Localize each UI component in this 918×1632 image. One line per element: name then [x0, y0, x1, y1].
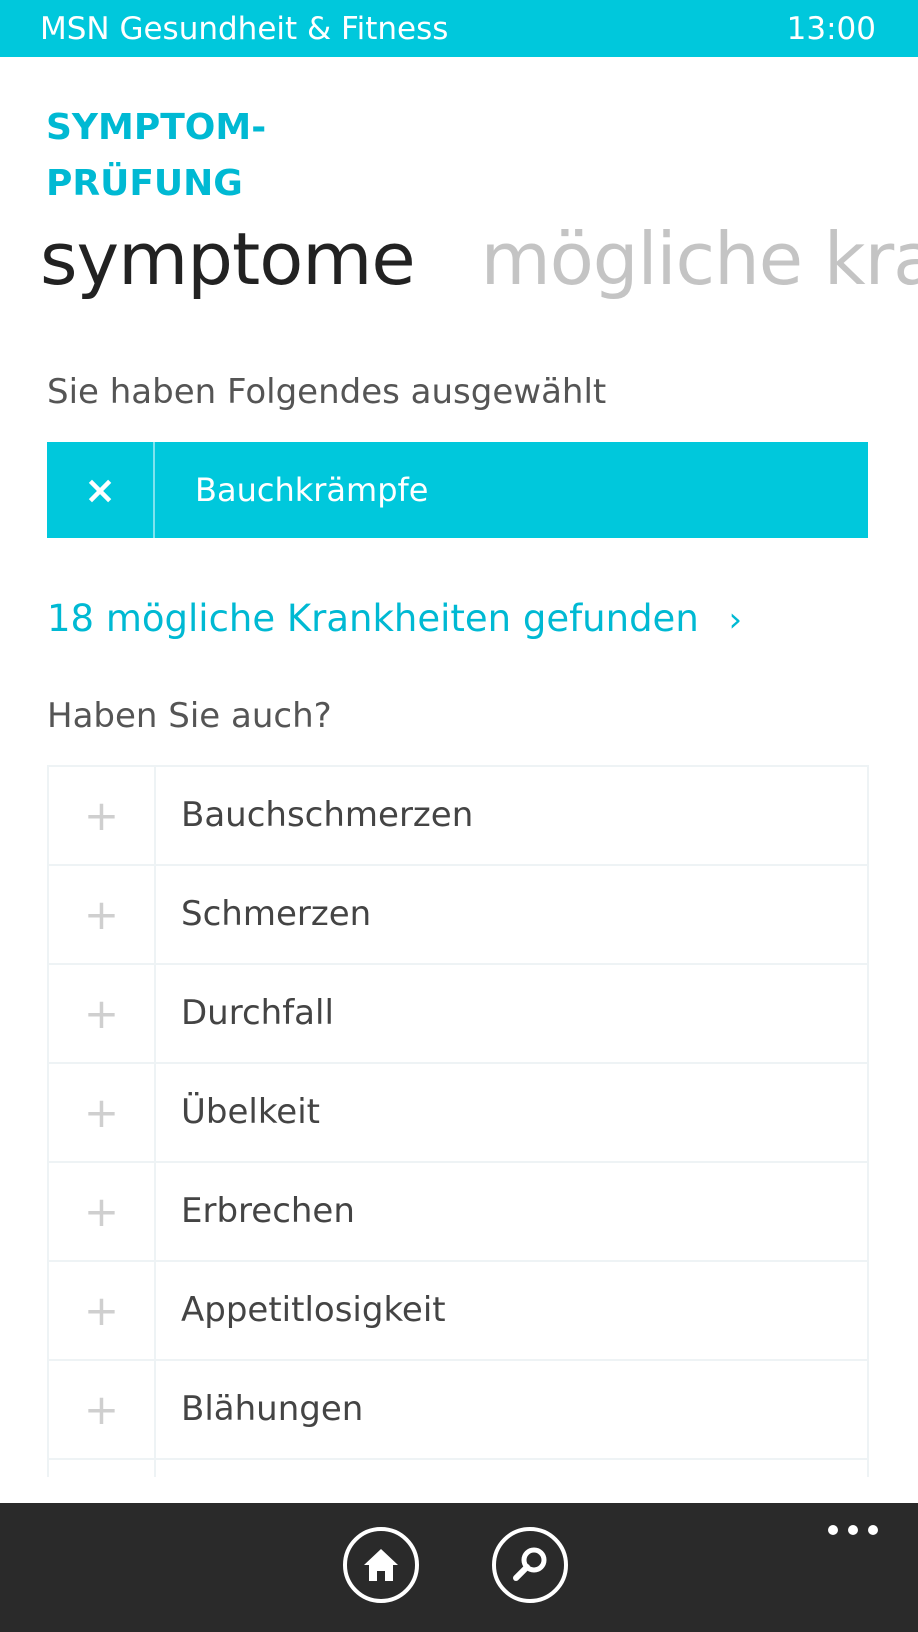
list-item-label: Erbrechen [181, 1191, 355, 1231]
chevron-right-icon: › [728, 600, 743, 640]
results-link-text: 18 mögliche Krankheiten gefunden [47, 597, 699, 640]
list-item-label: Bauchschmerzen [181, 795, 474, 835]
list-item-label: Schmerzen [181, 894, 372, 934]
section-title: SYMPTOM- PRÜFUNG [46, 107, 267, 204]
selected-symptom-label: Bauchkrämpfe [195, 471, 429, 509]
list-item-label: Blähungen [181, 1389, 364, 1429]
pivot-item-symptome[interactable]: symptome [40, 217, 416, 301]
add-icon[interactable]: + [49, 965, 156, 1062]
list-item[interactable]: + Erbrechen [47, 1161, 869, 1260]
list-item[interactable]: + Appetitlosigkeit [47, 1260, 869, 1359]
app-bar [0, 1503, 918, 1632]
close-icon: × [84, 468, 116, 512]
search-icon [513, 1547, 547, 1581]
add-icon[interactable]: + [49, 1064, 156, 1161]
remove-symptom-button[interactable]: × [47, 442, 155, 538]
results-link[interactable]: 18 mögliche Krankheiten gefunden › [47, 594, 742, 645]
list-item[interactable]: + Durchfall [47, 963, 869, 1062]
suggestion-list: + Bauchschmerzen + Schmerzen + Durchfall… [47, 765, 869, 1477]
add-icon[interactable]: + [49, 1163, 156, 1260]
list-item-label: Durchfall [181, 993, 334, 1033]
add-icon[interactable]: + [49, 866, 156, 963]
clock: 13:00 [786, 11, 876, 47]
list-item[interactable]: + Bauchschmerzen [47, 765, 869, 864]
list-item[interactable]: + [47, 1458, 869, 1477]
screen: MSN Gesundheit & Fitness 13:00 SYMPTOM- … [0, 0, 918, 1632]
list-item[interactable]: + Schmerzen [47, 864, 869, 963]
pivot-item-moegliche-krankheiten[interactable]: mögliche krank [481, 217, 918, 301]
selected-symptom-chip: × Bauchkrämpfe [47, 442, 868, 538]
also-label: Haben Sie auch? [47, 696, 332, 736]
pivot-header: symptome mögliche krank [40, 214, 918, 304]
home-button[interactable] [343, 1527, 419, 1603]
add-icon[interactable]: + [49, 1460, 156, 1477]
more-dots-icon[interactable] [828, 1525, 878, 1537]
add-icon[interactable]: + [49, 767, 156, 864]
app-name: MSN Gesundheit & Fitness [40, 11, 449, 47]
list-item[interactable]: + Blähungen [47, 1359, 869, 1458]
home-icon [364, 1549, 398, 1581]
list-item-label: Appetitlosigkeit [181, 1290, 446, 1330]
list-item[interactable]: + Übelkeit [47, 1062, 869, 1161]
list-item-label: Übelkeit [181, 1092, 321, 1132]
add-icon[interactable]: + [49, 1361, 156, 1458]
search-button[interactable] [492, 1527, 568, 1603]
selected-label: Sie haben Folgendes ausgewählt [47, 372, 607, 412]
add-icon[interactable]: + [49, 1262, 156, 1359]
status-bar: MSN Gesundheit & Fitness 13:00 [0, 0, 918, 57]
